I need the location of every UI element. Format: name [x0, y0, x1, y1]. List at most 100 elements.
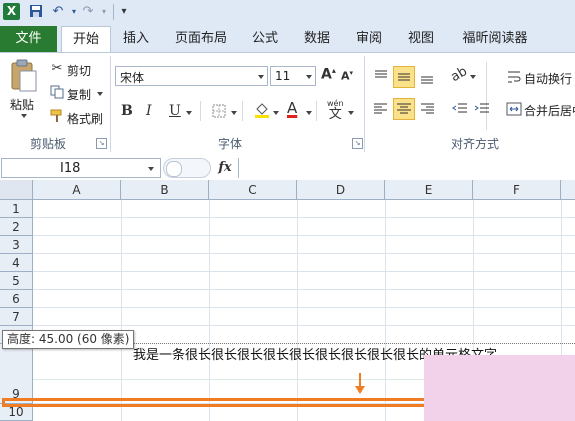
- chevron-down-icon: [258, 75, 264, 79]
- font-size-select[interactable]: 11: [270, 66, 316, 86]
- fill-color-dropdown-icon[interactable]: [273, 111, 279, 115]
- gridline: [33, 289, 575, 290]
- gridline: [297, 200, 298, 421]
- column-header-d[interactable]: D: [297, 180, 385, 200]
- align-top-icon[interactable]: [372, 68, 390, 86]
- paste-icon[interactable]: [8, 58, 40, 94]
- format-painter-icon[interactable]: [50, 109, 64, 123]
- clipboard-group-label: 剪贴板: [29, 137, 66, 151]
- borders-dropdown-icon[interactable]: [231, 111, 237, 115]
- gridline: [33, 307, 575, 308]
- underline-dropdown-icon[interactable]: [186, 111, 192, 115]
- column-header-b[interactable]: B: [121, 180, 209, 200]
- gridline: [33, 217, 575, 218]
- row-header-1[interactable]: 1: [0, 200, 33, 218]
- tab-page-layout[interactable]: 页面布局: [170, 26, 232, 52]
- customize-quick-access-icon[interactable]: ▾: [116, 4, 132, 20]
- down-arrow-icon: [353, 372, 367, 396]
- align-left-icon[interactable]: [372, 100, 390, 118]
- italic-button[interactable]: I: [146, 103, 152, 119]
- name-box[interactable]: I18: [1, 158, 161, 178]
- chevron-down-icon[interactable]: [148, 167, 154, 171]
- row-boundary-highlight: [2, 398, 432, 407]
- copy-icon[interactable]: [50, 85, 64, 99]
- merge-center-button[interactable]: 合并后居中: [524, 102, 575, 119]
- separator: [113, 4, 114, 20]
- copy-button[interactable]: 复制: [67, 86, 91, 103]
- font-group-label: 字体: [217, 137, 242, 151]
- tab-data[interactable]: 数据: [297, 26, 337, 52]
- decrease-indent-icon[interactable]: [451, 100, 469, 118]
- bold-button[interactable]: B: [121, 103, 133, 119]
- tab-review[interactable]: 审阅: [349, 26, 389, 52]
- tab-formulas[interactable]: 公式: [245, 26, 285, 52]
- row-header-4[interactable]: 4: [0, 254, 33, 272]
- row-header-2[interactable]: 2: [0, 218, 33, 236]
- font-family-select[interactable]: 宋体: [115, 66, 268, 86]
- row-header-9[interactable]: 9: [0, 344, 33, 404]
- clipboard-launcher-icon[interactable]: ↘: [96, 138, 107, 149]
- tab-view[interactable]: 视图: [401, 26, 441, 52]
- row-header-7[interactable]: 7: [0, 308, 33, 326]
- insert-function-icon[interactable]: fx: [214, 158, 236, 178]
- copy-dropdown-icon[interactable]: [97, 92, 103, 96]
- align-middle-button[interactable]: [393, 66, 415, 88]
- tab-foxit-reader[interactable]: 福昕阅读器: [455, 26, 535, 52]
- tab-insert[interactable]: 插入: [116, 26, 156, 52]
- formula-bar-handle-icon[interactable]: [166, 161, 182, 177]
- orientation-dropdown-icon[interactable]: [470, 75, 476, 79]
- row-header-3[interactable]: 3: [0, 236, 33, 254]
- column-header-c[interactable]: C: [209, 180, 297, 200]
- scissors-icon[interactable]: ✂: [50, 61, 64, 76]
- wrap-text-button[interactable]: 自动换行: [524, 70, 572, 87]
- tab-file[interactable]: 文件: [0, 26, 57, 52]
- gridline: [121, 200, 122, 421]
- column-header-e[interactable]: E: [385, 180, 473, 200]
- format-painter-button[interactable]: 格式刷: [67, 110, 103, 127]
- separator: [110, 56, 111, 152]
- row-header-5[interactable]: 5: [0, 272, 33, 290]
- paste-label[interactable]: 粘贴: [10, 96, 34, 113]
- phonetic-guide-icon[interactable]: wén 文: [327, 99, 344, 121]
- shrink-font-icon[interactable]: A▾: [341, 69, 353, 83]
- font-color-dropdown-icon[interactable]: [306, 111, 312, 115]
- align-right-icon[interactable]: [418, 100, 436, 118]
- merge-center-icon[interactable]: [506, 101, 522, 117]
- paste-dropdown-icon[interactable]: [21, 114, 27, 118]
- grow-font-icon[interactable]: A▴: [321, 66, 336, 83]
- font-color-button[interactable]: A: [287, 99, 297, 117]
- cut-button[interactable]: 剪切: [67, 62, 91, 79]
- gridline: [33, 253, 575, 254]
- column-header-a[interactable]: A: [33, 180, 121, 200]
- save-icon[interactable]: [28, 4, 44, 20]
- row-header-6[interactable]: 6: [0, 290, 33, 308]
- name-box-value: I18: [60, 161, 81, 176]
- formula-controls: [163, 158, 211, 178]
- gridline: [33, 235, 575, 236]
- undo-icon[interactable]: ↶: [50, 4, 66, 20]
- align-bottom-icon[interactable]: [418, 68, 436, 86]
- gridline: [33, 325, 575, 326]
- column-header-f[interactable]: F: [473, 180, 561, 200]
- font-family-value: 宋体: [120, 71, 145, 85]
- select-all-corner[interactable]: [0, 180, 33, 200]
- excel-logo-icon[interactable]: X: [3, 3, 20, 20]
- font-size-value: 11: [275, 69, 291, 83]
- separator: [316, 101, 317, 121]
- redo-icon[interactable]: ↷: [80, 4, 96, 20]
- increase-indent-icon[interactable]: [473, 100, 491, 118]
- chevron-down-icon: [306, 75, 312, 79]
- tab-home[interactable]: 开始: [61, 26, 111, 53]
- borders-icon[interactable]: [212, 104, 226, 118]
- align-center-button[interactable]: [393, 98, 415, 120]
- separator: [364, 56, 365, 152]
- fill-color-icon[interactable]: [254, 101, 270, 119]
- formula-input[interactable]: [238, 158, 575, 178]
- underline-button[interactable]: U: [169, 103, 181, 119]
- wrap-text-icon[interactable]: [506, 69, 522, 85]
- phonetic-dropdown-icon[interactable]: [348, 111, 354, 115]
- redo-dropdown-icon[interactable]: ▾: [96, 4, 112, 20]
- watermark-block: [424, 355, 575, 421]
- font-launcher-icon[interactable]: ↘: [352, 138, 363, 149]
- row-height-tooltip: 高度: 45.00 (60 像素): [2, 330, 135, 349]
